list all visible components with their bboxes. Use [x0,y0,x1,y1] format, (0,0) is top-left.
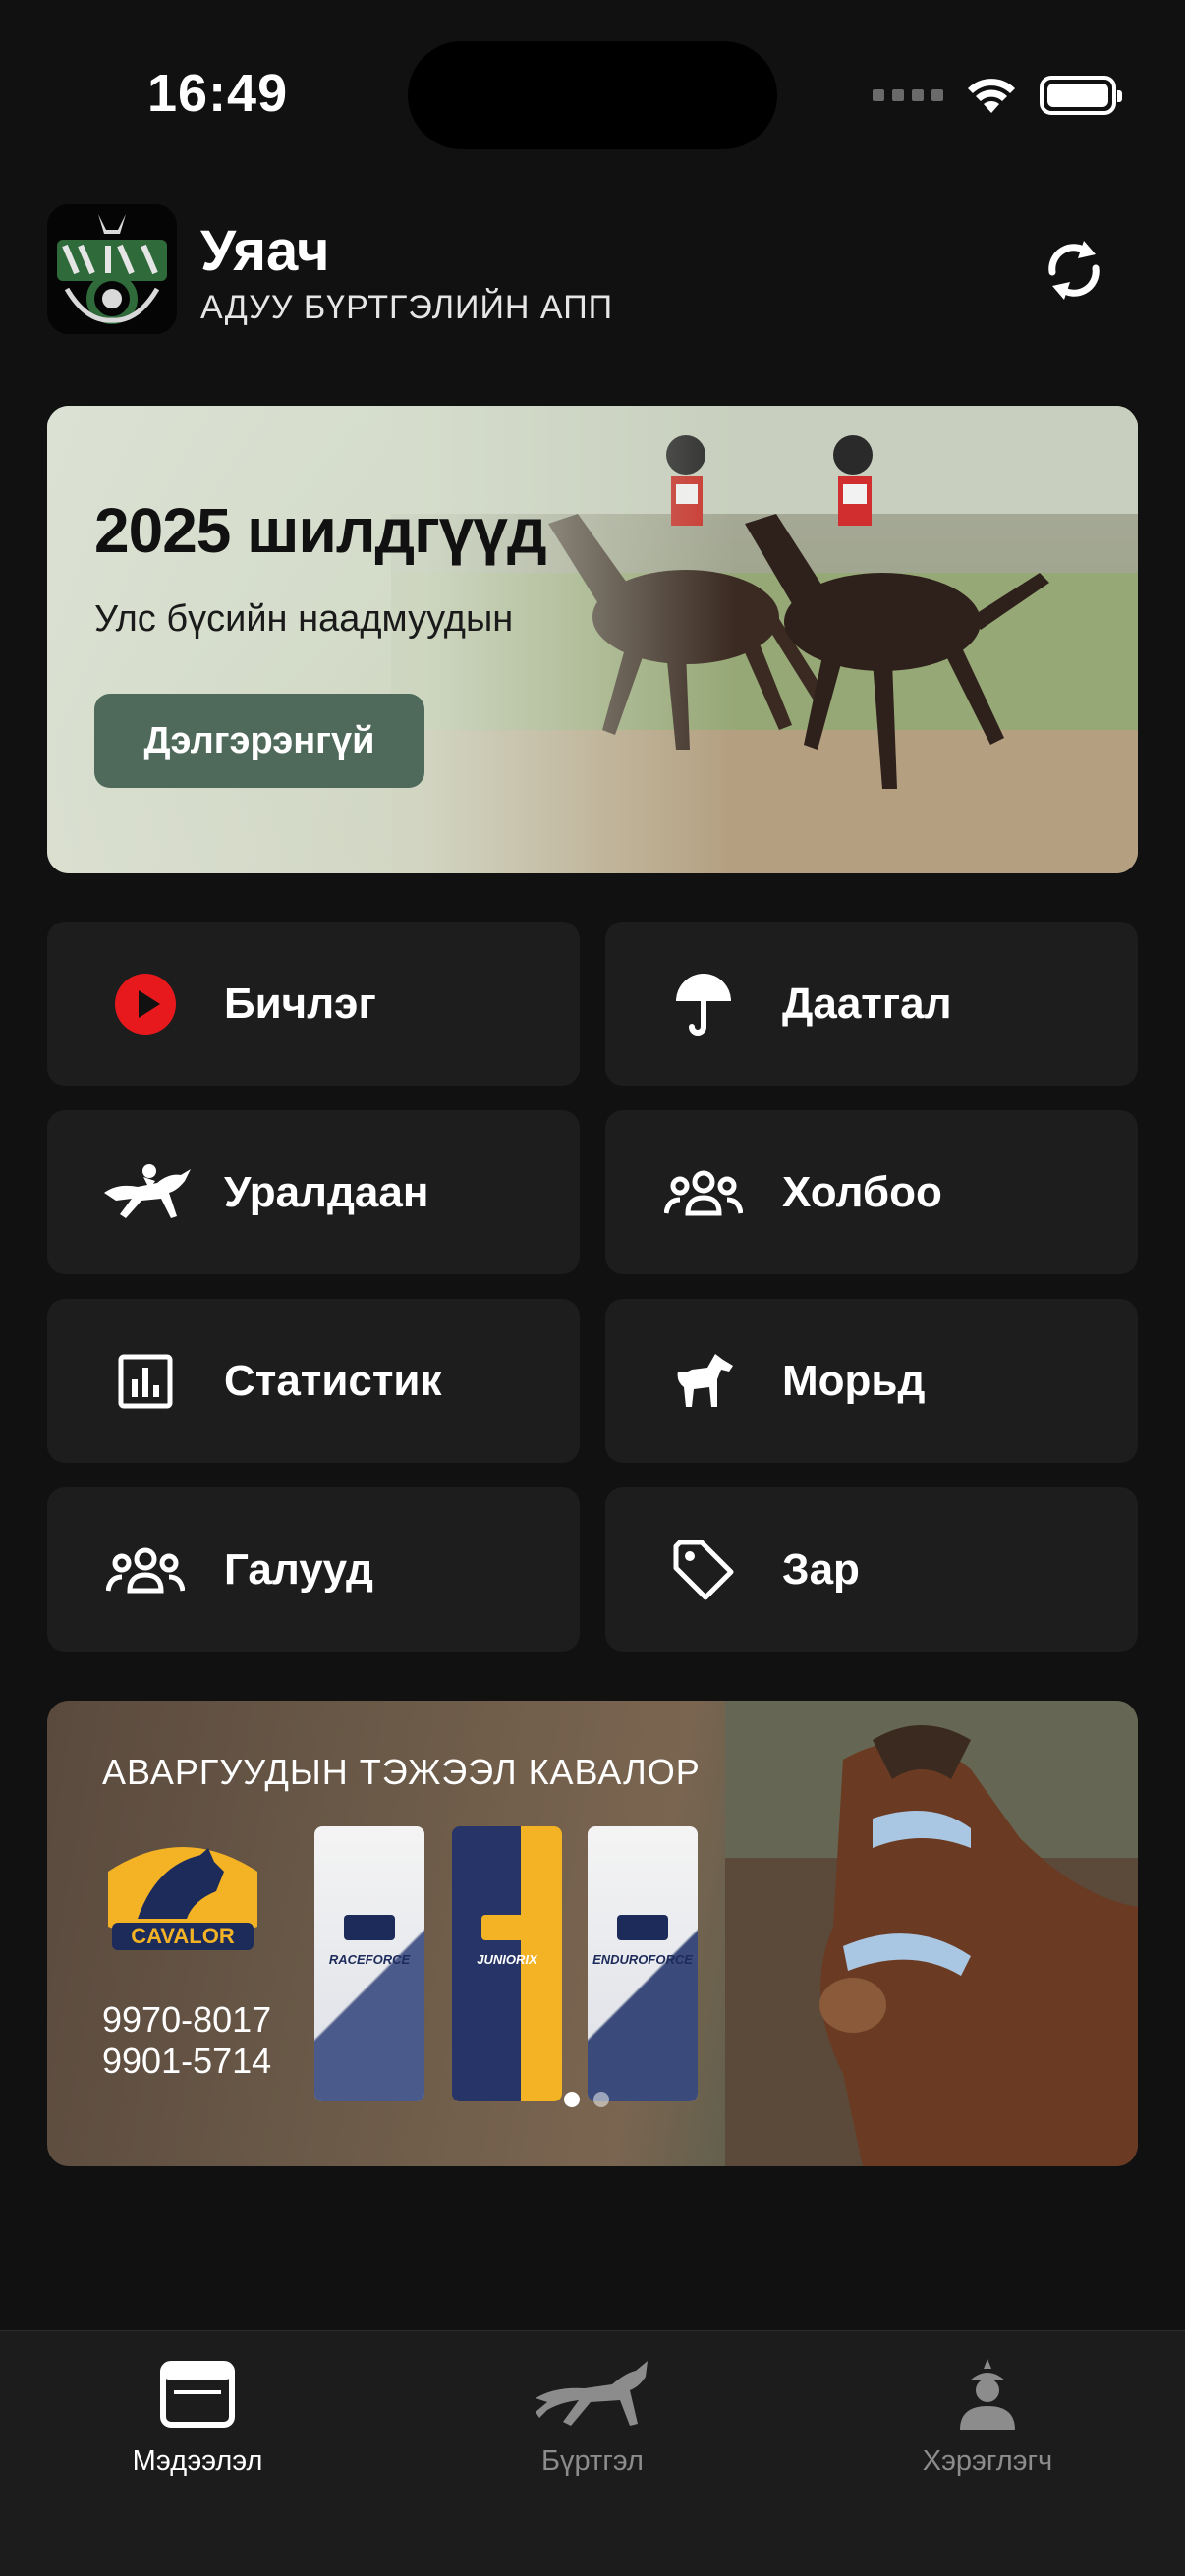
tile-insurance[interactable]: Даатгал [605,922,1138,1086]
refresh-button[interactable] [1030,226,1118,314]
battery-icon [1040,76,1122,115]
tab-label: Хэрэглэгч [922,2445,1053,2477]
hero-banner[interactable]: 2025 шилдгүүд Улс бүсийн наадмуудын Дэлг… [47,406,1138,873]
tile-label: Холбоо [782,1167,942,1216]
app-logo [47,204,177,334]
tile-label: Даатгал [782,979,952,1028]
hero-subtitle: Улс бүсийн наадмуудын [94,598,514,640]
carousel-dot-active[interactable] [564,2092,580,2107]
ad-banner[interactable]: АВАРГУУДЫН ТЭЖЭЭЛ КАВАЛОР CAVALOR 9970-8… [47,1701,1138,2166]
details-button[interactable]: Дэлгэрэнгүй [94,694,424,788]
refresh-icon [1048,241,1100,300]
tab-label: Бүртгэл [541,2445,644,2477]
status-bar: 16:49 [0,0,1185,196]
status-indicators [873,71,1122,120]
app-title: Уяач [200,219,330,283]
carousel-indicator [564,2092,609,2107]
tile-race[interactable]: Уралдаан [47,1110,580,1274]
umbrella-icon [656,965,751,1043]
news-icon [50,2355,345,2434]
product-name: ENDUROFORCE [592,1952,693,1967]
tab-user[interactable]: Хэрэглэгч [840,2355,1135,2483]
wifi-icon [968,79,1015,113]
tile-label: Уралдаан [224,1167,429,1216]
horse-racing-icon [98,1153,193,1232]
product-name: RACEFORCE [328,1952,411,1967]
status-time: 16:49 [147,64,289,123]
bottom-tab-bar: Мэдээлэл Бүртгэл Хэрэглэгч [0,2330,1185,2576]
cavalor-logo: CAVALOR [98,1832,267,1956]
tile-ads[interactable]: Зар [605,1487,1138,1652]
ad-phone-1[interactable]: 9970-8017 [102,1999,271,2041]
tab-news[interactable]: Мэдээлэл [50,2355,345,2483]
tile-label: Галууд [224,1544,373,1594]
ad-title: АВАРГУУДЫН ТЭЖЭЭЛ КАВАЛОР [102,1752,701,1792]
tile-horses[interactable]: Морьд [605,1299,1138,1463]
tile-label: Зар [782,1544,860,1594]
group-icon [98,1531,193,1609]
tag-icon [656,1531,751,1609]
cellular-signal-icon [873,89,943,101]
menu-grid: Бичлэг Даатгал Уралдаан Холбоо Статистик… [47,922,1138,1652]
app-header: Уяач АДУУ БҮРТГЭЛИЙН АПП [47,204,1138,338]
tile-association[interactable]: Холбоо [605,1110,1138,1274]
tile-label: Статистик [224,1356,442,1405]
tab-registration[interactable]: Бүртгэл [445,2355,740,2483]
horse-photo [725,1701,1138,2166]
tile-label: Бичлэг [224,979,376,1028]
tile-video[interactable]: Бичлэг [47,922,580,1086]
carousel-dot[interactable] [593,2092,609,2107]
product-bag-juniorix: JUNIORIX [452,1826,562,2101]
group-icon [656,1153,751,1232]
user-icon [840,2355,1135,2434]
dynamic-island [408,41,777,149]
app-subtitle: АДУУ БҮРТГЭЛИЙН АПП [200,289,614,326]
play-icon [98,965,193,1043]
hero-title: 2025 шилдгүүд [94,495,547,566]
product-bag-enduroforce: ENDUROFORCE [588,1826,698,2101]
horse-icon [445,2355,740,2434]
product-bag-raceforce: RACEFORCE [314,1826,424,2101]
product-name: JUNIORIX [477,1952,537,1967]
tile-statistics[interactable]: Статистик [47,1299,580,1463]
cavalor-brand-text: CAVALOR [131,1924,235,1948]
horse-icon [656,1342,751,1421]
tile-galuud[interactable]: Галууд [47,1487,580,1652]
tile-label: Морьд [782,1356,926,1405]
tab-label: Мэдээлэл [132,2445,263,2477]
ad-phone-2[interactable]: 9901-5714 [102,2041,271,2082]
chart-icon [98,1342,193,1421]
